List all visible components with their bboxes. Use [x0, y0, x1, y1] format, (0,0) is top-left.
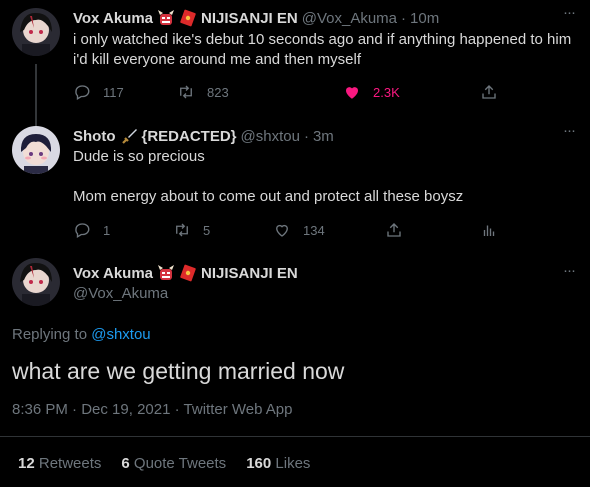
more-options-icon[interactable]: ···: [560, 5, 578, 26]
dagger-emoji-icon: [120, 127, 138, 145]
more-options-icon[interactable]: ···: [560, 123, 578, 144]
replying-to-link[interactable]: @shxtou: [91, 326, 150, 343]
heart-filled-icon: [346, 87, 358, 99]
tweet-text-line1: Dude is so precious: [73, 148, 205, 165]
retweet-button[interactable]: 823: [177, 82, 229, 102]
retweet-icon: [180, 85, 192, 99]
likes-label: Likes: [275, 455, 311, 472]
analytics-icon: [483, 225, 495, 236]
red-envelope-emoji-icon: [179, 9, 197, 27]
display-name[interactable]: Vox Akuma: [73, 10, 153, 27]
retweets-count: 12: [18, 455, 35, 472]
share-button[interactable]: [480, 82, 510, 102]
tweet-shoto[interactable]: Shoto {REDACTED} @shxtou · 3m ··· Dude i…: [0, 123, 590, 246]
retweet-button[interactable]: 5: [173, 220, 210, 240]
share-icon: [482, 85, 496, 99]
handle[interactable]: @Vox_Akuma: [302, 10, 397, 27]
tweet-actions: 1 5 134: [73, 220, 513, 240]
redacted-text: {REDACTED}: [141, 127, 237, 145]
tweet-vox-1[interactable]: Vox Akuma NIJISANJI EN @Vox_Akuma · 10m …: [0, 5, 590, 160]
retweets-label: Retweets: [38, 455, 102, 472]
quotes-label: Quote Tweets: [133, 455, 227, 472]
meta-sep: ·: [72, 401, 78, 418]
like-count: 134: [303, 222, 325, 238]
likes-count: 160: [246, 455, 272, 472]
oni-emoji-icon: [157, 9, 175, 27]
display-name[interactable]: Shoto: [73, 128, 116, 145]
share-button[interactable]: [385, 220, 415, 240]
main-display-name-row: Vox Akuma NIJISANJI EN: [73, 264, 298, 282]
tweet-meta: 8:36 PM · Dec 19, 2021 · Twitter Web App: [12, 401, 292, 418]
handle[interactable]: @shxtou: [241, 128, 300, 145]
main-tweet-text: what are we getting married now: [12, 358, 345, 384]
red-envelope-emoji-icon: [179, 264, 197, 282]
more-options-icon[interactable]: ···: [560, 263, 578, 284]
avatar-vox-main[interactable]: [12, 258, 60, 306]
timestamp[interactable]: 10m: [410, 10, 439, 27]
tweet-actions: 117 823 2.3K: [73, 82, 513, 102]
tweet-source[interactable]: Twitter Web App: [184, 401, 293, 418]
retweet-count: 823: [207, 84, 229, 100]
tweet-date[interactable]: Dec 19, 2021: [81, 401, 170, 418]
likes-stat[interactable]: 160 Likes: [246, 455, 310, 472]
replying-prefix: Replying to: [12, 326, 88, 343]
reply-count: 1: [103, 222, 111, 238]
org-badge-text: NIJISANJI EN: [201, 264, 298, 282]
retweets-stat[interactable]: 12 Retweets: [18, 455, 101, 472]
analytics-button[interactable]: [480, 220, 510, 240]
reply-button[interactable]: 117: [73, 82, 124, 102]
reply-icon: [75, 223, 90, 238]
like-count: 2.3K: [373, 84, 400, 100]
heart-icon: [276, 224, 288, 237]
timestamp[interactable]: 3m: [313, 128, 334, 145]
meta-sep: ·: [174, 401, 180, 418]
reply-icon: [75, 85, 90, 100]
tweet-header: Vox Akuma NIJISANJI EN @Vox_Akuma · 10m: [73, 8, 439, 28]
separator: ·: [303, 127, 309, 145]
replying-to: Replying to @shxtou: [12, 326, 151, 343]
quotes-count: 6: [121, 455, 130, 472]
tweet-text-line2: Mom energy about to come out and protect…: [73, 188, 464, 205]
org-badge-text: NIJISANJI EN: [201, 9, 298, 27]
reply-button[interactable]: 1: [73, 220, 110, 240]
display-name[interactable]: Vox Akuma: [73, 265, 153, 282]
avatar-shoto[interactable]: [12, 126, 60, 174]
divider: [0, 436, 590, 437]
like-button[interactable]: 2.3K: [343, 82, 400, 102]
quote-tweets-stat[interactable]: 6 Quote Tweets: [121, 455, 226, 472]
reply-count: 117: [103, 84, 124, 100]
retweet-icon: [176, 223, 188, 237]
oni-emoji-icon: [157, 264, 175, 282]
main-handle[interactable]: @Vox_Akuma: [73, 285, 168, 302]
share-icon: [387, 223, 401, 237]
retweet-count: 5: [203, 222, 211, 238]
separator: ·: [401, 9, 407, 27]
avatar-vox[interactable]: [12, 8, 60, 56]
tweet-time[interactable]: 8:36 PM: [12, 401, 68, 418]
engagement-stats: 12 Retweets 6 Quote Tweets 160 Likes: [18, 455, 330, 472]
like-button[interactable]: 134: [273, 220, 325, 240]
tweet-text: i only watched ike's debut 10 seconds ag…: [73, 31, 572, 68]
tweet-header: Shoto {REDACTED} @shxtou · 3m: [73, 126, 334, 146]
